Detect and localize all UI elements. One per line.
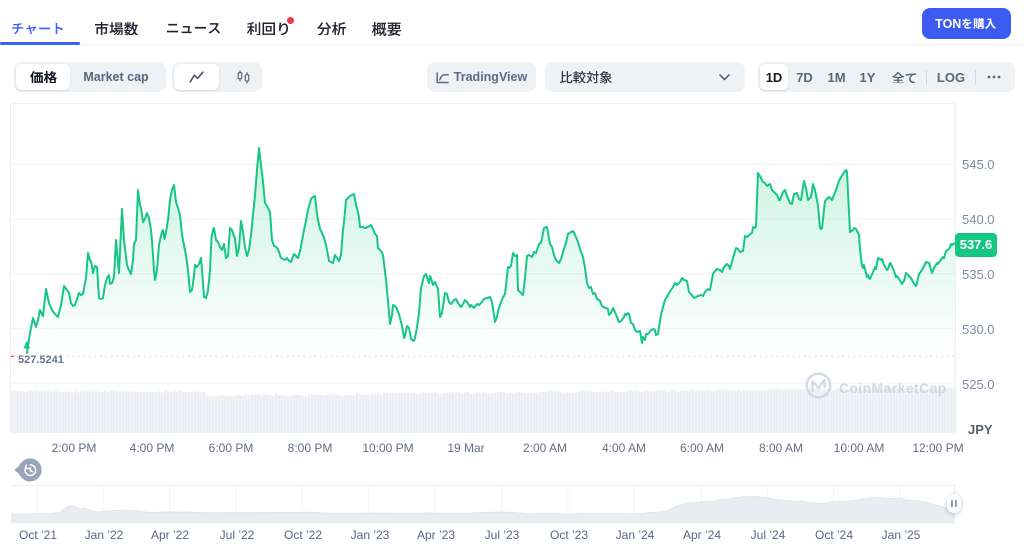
svg-text:CoinMarketCap: CoinMarketCap xyxy=(839,381,947,396)
